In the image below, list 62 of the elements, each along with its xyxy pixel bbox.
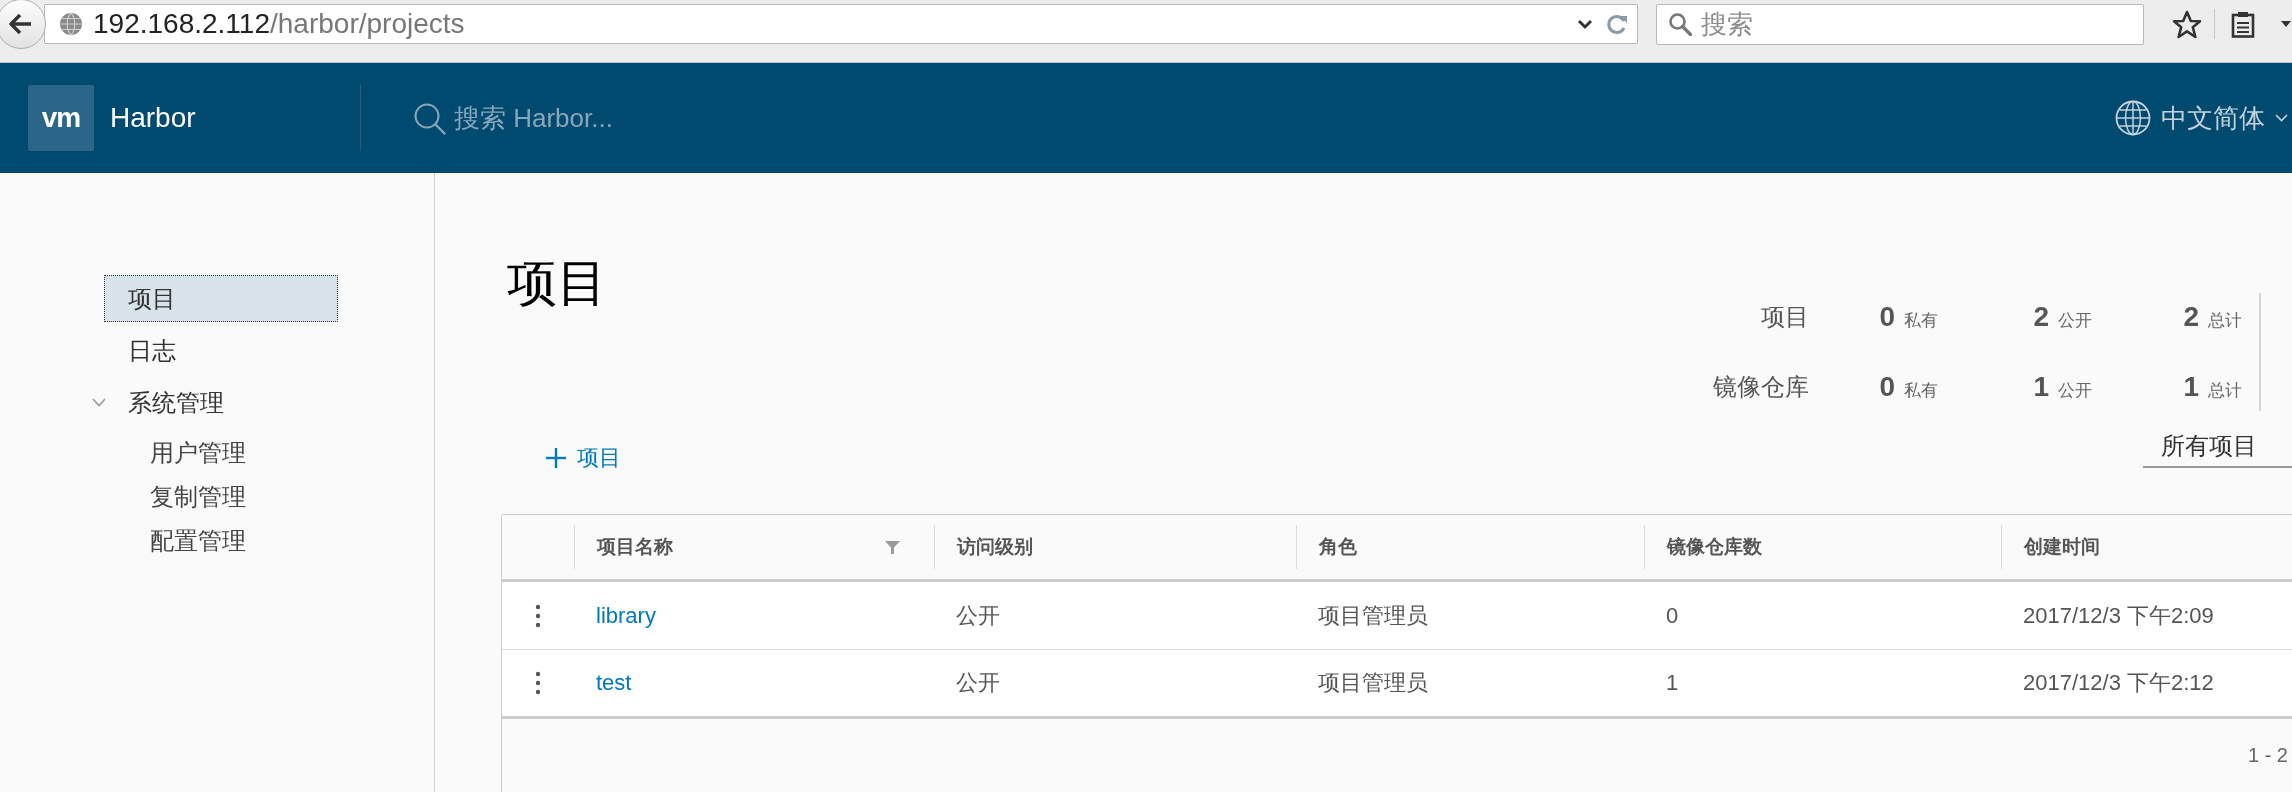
stat-value: 2 <box>2032 301 2049 333</box>
stat-value: 1 <box>2032 371 2049 403</box>
project-link[interactable]: library <box>596 602 656 629</box>
nav-item[interactable]: 用户管理 <box>126 431 338 475</box>
app-title: Harbor <box>110 102 196 134</box>
pagination-text: 1 - 2 <box>2247 744 2288 767</box>
search-icon <box>413 101 446 135</box>
language-selector[interactable]: 中文简体 <box>2115 100 2288 136</box>
kebab-menu-icon[interactable] <box>535 671 541 695</box>
table-cell: 0 <box>1666 602 1679 629</box>
url-text: 192.168.2.112/harbor/projects <box>93 8 465 40</box>
star-icon[interactable] <box>2172 9 2202 39</box>
table-cell-text: 2017/12/3 下午2:12 <box>2023 669 2214 697</box>
back-button[interactable] <box>0 0 46 49</box>
address-field[interactable]: 192.168.2.112/harbor/projects <box>44 4 1638 44</box>
new-project-button[interactable]: 项目 <box>535 443 631 473</box>
search-icon <box>1668 11 1692 36</box>
column-header[interactable]: 项目名称 <box>597 534 673 560</box>
table-cell-text: 项目管理员 <box>1318 601 1428 630</box>
filter-icon[interactable] <box>885 540 900 554</box>
kebab-menu-icon[interactable] <box>535 603 541 628</box>
table-cell-text: 项目管理员 <box>1318 669 1428 697</box>
chevron-down-icon[interactable] <box>1577 18 1593 30</box>
project-link[interactable]: test <box>596 670 632 696</box>
stat-unit: 总计 <box>2208 310 2242 332</box>
table-cell-text: 2017/12/3 下午2:09 <box>2023 601 2214 630</box>
nav-item[interactable]: 配置管理 <box>126 519 338 563</box>
chevron-down-icon <box>2275 114 2288 122</box>
stat-unit: 总计 <box>2208 380 2242 402</box>
table-cell-text: 公开 <box>956 669 1000 697</box>
globe-icon <box>2115 100 2151 136</box>
plus-icon <box>545 447 567 469</box>
logo[interactable]: vm <box>28 85 94 151</box>
stat-unit: 公开 <box>2058 380 2092 402</box>
stat-label: 项目 <box>1760 302 1809 332</box>
nav-item[interactable]: 日志 <box>104 327 338 374</box>
stat-value: 0 <box>1878 371 1895 403</box>
stat-unit: 私有 <box>1904 380 1938 402</box>
column-header[interactable]: 访问级别 <box>957 534 1033 560</box>
arrow-left-icon <box>9 13 33 35</box>
table-cell-text: 公开 <box>956 601 1000 630</box>
page-title: 项目 <box>507 254 607 313</box>
reload-icon[interactable] <box>1607 13 1627 35</box>
stat-value: 2 <box>2182 301 2199 333</box>
search-field[interactable]: 搜索 Harbor... <box>454 102 874 134</box>
stat-unit: 私有 <box>1904 310 1938 332</box>
column-header[interactable]: 角色 <box>1319 534 1357 560</box>
column-header[interactable]: 镜像仓库数 <box>1667 534 1762 560</box>
nav-item[interactable]: 复制管理 <box>126 475 338 519</box>
caret-down-icon[interactable] <box>2281 21 2291 27</box>
table-cell: 1 <box>1666 670 1679 696</box>
nav-item[interactable]: 系统管理 <box>104 379 338 426</box>
globe-icon <box>59 12 83 36</box>
stat-value: 1 <box>2182 371 2199 403</box>
clipboard-icon[interactable] <box>2231 10 2255 38</box>
column-header[interactable]: 创建时间 <box>2024 534 2100 560</box>
project-filter-dropdown[interactable]: 所有项目 <box>2143 426 2292 468</box>
stat-unit: 公开 <box>2058 310 2092 332</box>
nav-item[interactable]: 项目 <box>104 275 338 322</box>
stat-value: 0 <box>1878 301 1895 333</box>
browser-search-field[interactable]: 搜索 <box>1656 3 2144 45</box>
stat-label: 镜像仓库 <box>1713 372 1809 402</box>
